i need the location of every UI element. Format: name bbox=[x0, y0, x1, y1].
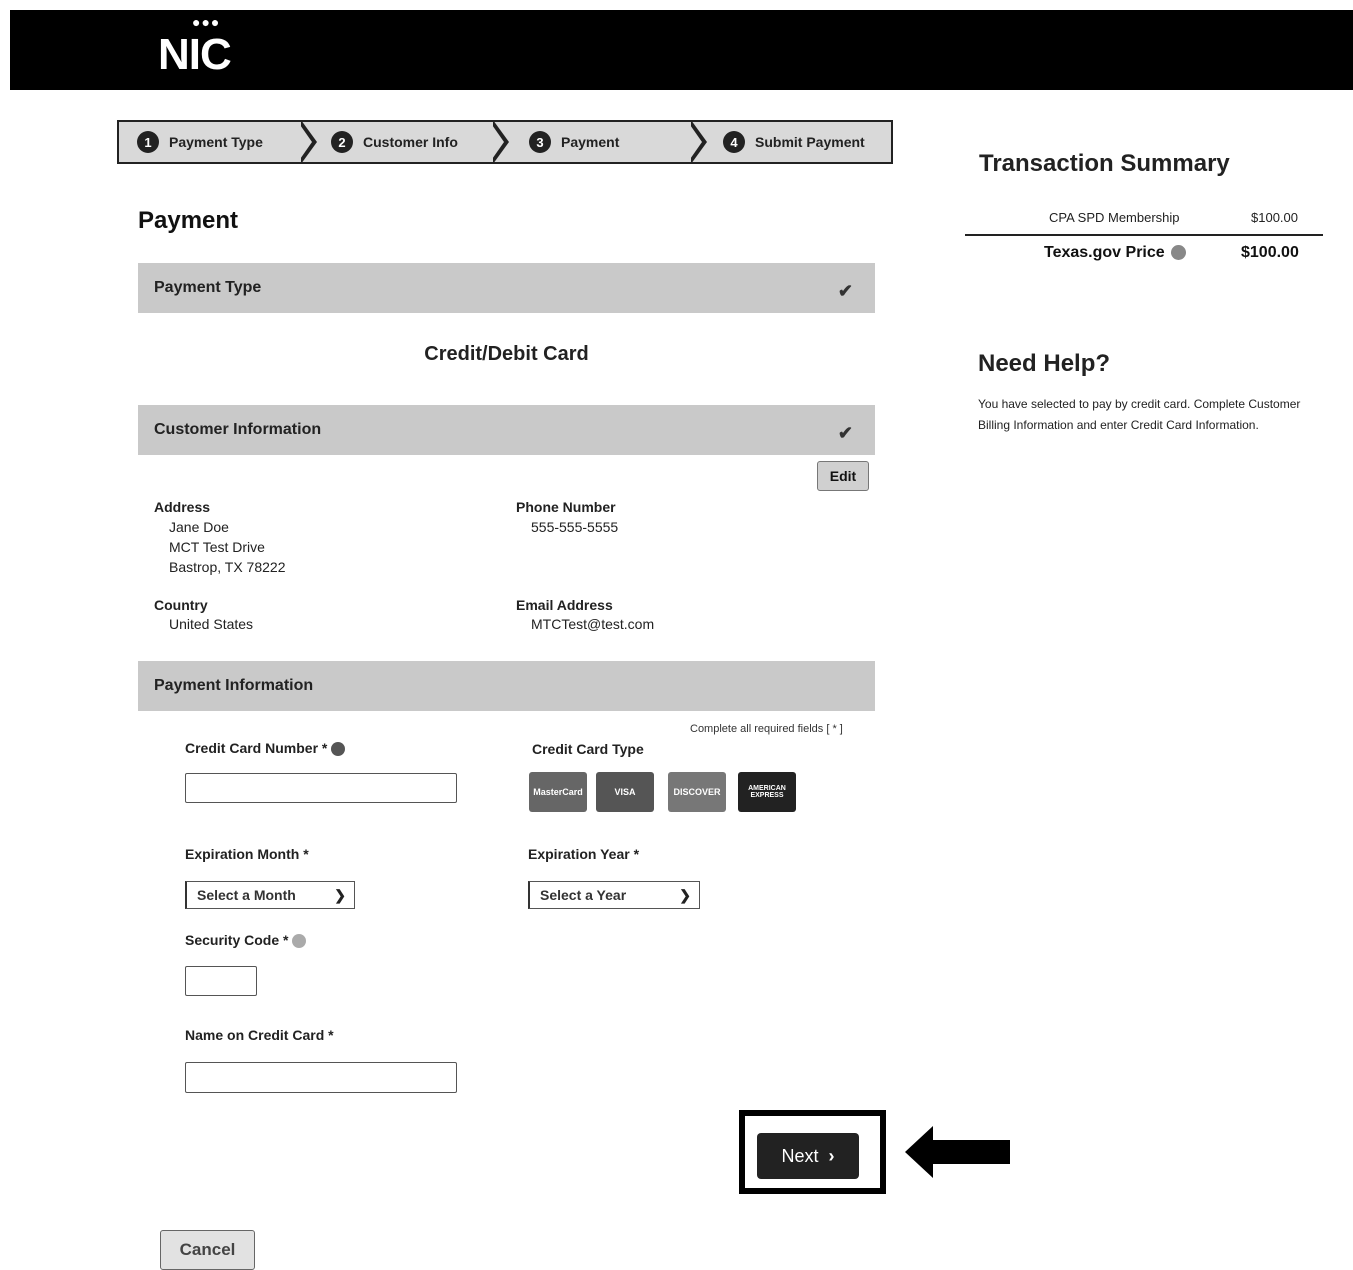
chevron-right-icon: › bbox=[828, 1145, 835, 1166]
mastercard-icon: MasterCard bbox=[529, 772, 587, 812]
next-button[interactable]: Next › bbox=[757, 1133, 859, 1179]
info-icon[interactable] bbox=[292, 934, 307, 949]
checkmark-icon: ✔ bbox=[837, 281, 853, 301]
exp-year-label: Expiration Year * bbox=[528, 846, 640, 862]
edit-button[interactable]: Edit bbox=[817, 461, 869, 491]
exp-month-select[interactable]: Select a Month ❯ bbox=[185, 881, 355, 909]
address-label: Address bbox=[154, 499, 211, 515]
step-submit-payment: 4 Submit Payment bbox=[723, 122, 865, 162]
nic-logo: ●●● NIC bbox=[158, 14, 232, 79]
step-number: 2 bbox=[331, 131, 353, 153]
address-line: Jane Doe bbox=[169, 519, 229, 535]
step-chevron-icon bbox=[298, 120, 317, 164]
required-fields-note: Complete all required fields [ * ] bbox=[690, 723, 843, 735]
help-text: You have selected to pay by credit card.… bbox=[978, 397, 1301, 432]
step-chevron-icon bbox=[490, 120, 509, 164]
phone-value: 555-555-5555 bbox=[531, 519, 619, 535]
address-line: Bastrop, TX 78222 bbox=[169, 559, 286, 575]
cc-number-input[interactable] bbox=[185, 773, 457, 803]
payment-type-value: Credit/Debit Card bbox=[424, 343, 589, 365]
discover-icon: DISCOVER bbox=[668, 772, 726, 812]
pointer-arrow-icon bbox=[905, 1126, 1010, 1178]
step-number: 3 bbox=[529, 131, 551, 153]
security-code-input[interactable] bbox=[185, 966, 257, 996]
summary-total-price: $100.00 bbox=[1241, 244, 1299, 261]
amex-icon: AMERICAN EXPRESS bbox=[738, 772, 796, 812]
step-label: Submit Payment bbox=[755, 134, 865, 150]
summary-item-name: CPA SPD Membership bbox=[1049, 210, 1180, 225]
logo-dots-icon: ●●● bbox=[192, 14, 221, 30]
progress-stepper: 1 Payment Type 2 Customer Info 3 Payment… bbox=[117, 120, 893, 164]
security-code-label: Security Code * bbox=[185, 932, 307, 949]
step-customer-info[interactable]: 2 Customer Info bbox=[331, 122, 458, 162]
phone-label: Phone Number bbox=[516, 499, 616, 515]
cc-type-label: Credit Card Type bbox=[532, 741, 644, 757]
address-line: MCT Test Drive bbox=[169, 539, 265, 555]
step-payment: 3 Payment bbox=[529, 122, 619, 162]
chevron-down-icon: ❯ bbox=[679, 887, 691, 903]
info-icon[interactable] bbox=[331, 742, 346, 757]
transaction-summary-title: Transaction Summary bbox=[979, 150, 1230, 177]
email-value: MTCTest@test.com bbox=[531, 616, 655, 632]
summary-total-label: Texas.gov Price bbox=[1044, 244, 1186, 262]
step-label: Payment Type bbox=[169, 134, 263, 150]
name-on-card-label: Name on Credit Card * bbox=[185, 1027, 334, 1043]
step-label: Payment bbox=[561, 134, 620, 150]
cancel-button[interactable]: Cancel bbox=[160, 1230, 255, 1270]
country-value: United States bbox=[169, 616, 254, 632]
step-chevron-icon bbox=[688, 120, 707, 164]
name-on-card-input[interactable] bbox=[185, 1062, 457, 1093]
email-label: Email Address bbox=[516, 597, 613, 613]
summary-divider bbox=[965, 234, 1323, 236]
payment-type-section-header[interactable]: Payment Type ✔ bbox=[138, 263, 875, 313]
country-label: Country bbox=[154, 597, 208, 613]
payment-info-section-header: Payment Information bbox=[138, 661, 875, 711]
chevron-down-icon: ❯ bbox=[334, 887, 346, 903]
visa-icon: VISA bbox=[596, 772, 654, 812]
summary-item-price: $100.00 bbox=[1251, 210, 1298, 225]
step-label: Customer Info bbox=[363, 134, 458, 150]
exp-month-label: Expiration Month * bbox=[185, 846, 309, 862]
customer-info-section-header[interactable]: Customer Information ✔ bbox=[138, 405, 875, 455]
need-help-title: Need Help? bbox=[978, 350, 1111, 377]
cc-number-label: Credit Card Number * bbox=[185, 740, 346, 757]
address-block: Jane Doe MCT Test Drive Bastrop, TX 7822… bbox=[169, 517, 285, 577]
step-number: 1 bbox=[137, 131, 159, 153]
step-payment-type[interactable]: 1 Payment Type bbox=[137, 122, 263, 162]
exp-year-select[interactable]: Select a Year ❯ bbox=[528, 881, 700, 909]
info-icon[interactable] bbox=[1170, 245, 1186, 261]
step-number: 4 bbox=[723, 131, 745, 153]
page-title: Payment bbox=[138, 207, 239, 234]
checkmark-icon: ✔ bbox=[837, 423, 853, 443]
